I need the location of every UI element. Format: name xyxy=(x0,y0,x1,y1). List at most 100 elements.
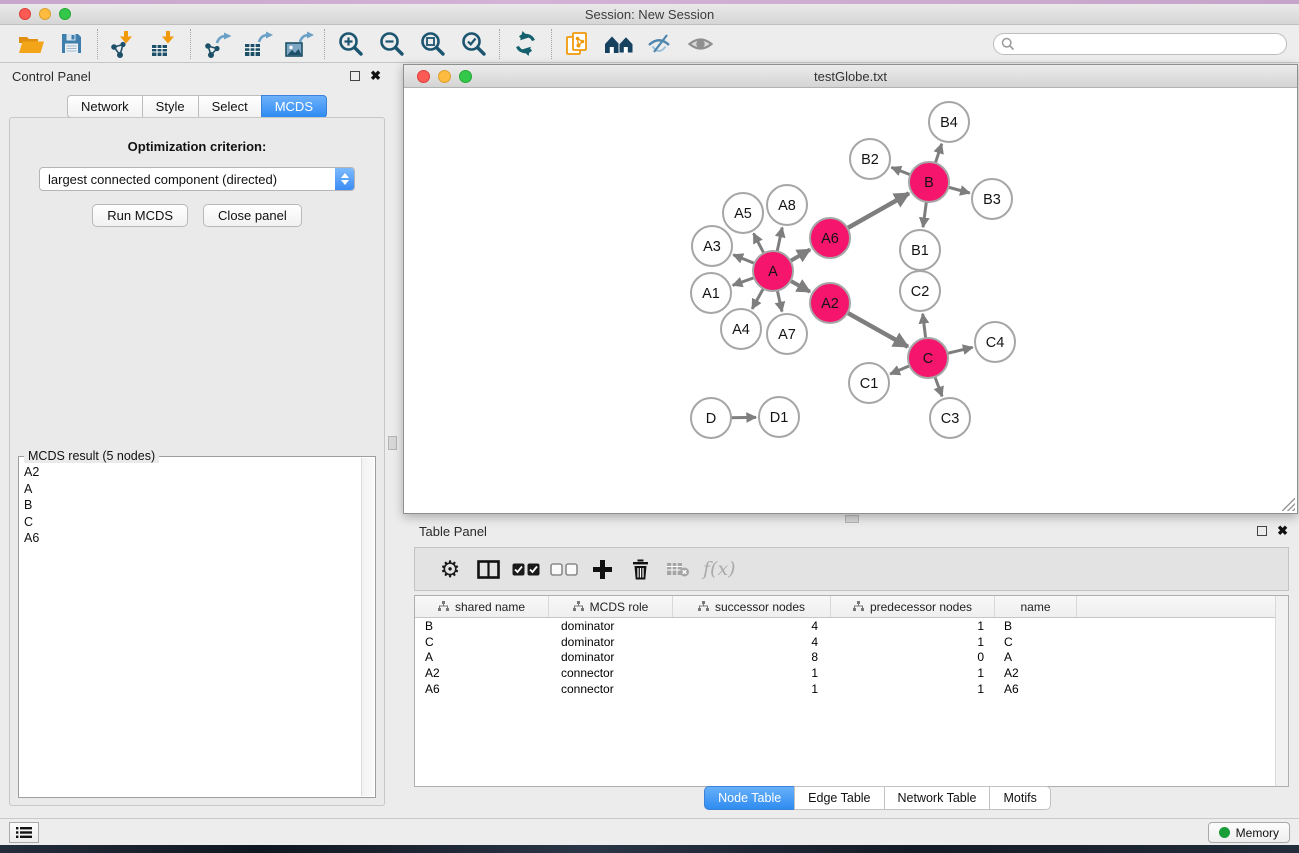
table-row-a2[interactable]: A2connector11A2 xyxy=(415,665,1288,681)
node-A5[interactable]: A5 xyxy=(723,193,763,233)
float-table-panel-button[interactable] xyxy=(1257,526,1267,536)
cell-successor-nodes[interactable]: 4 xyxy=(673,619,831,633)
show-graphics-details-button[interactable] xyxy=(680,27,721,61)
cell-name[interactable]: A6 xyxy=(995,682,1077,696)
open-session-button[interactable] xyxy=(10,27,51,61)
mcds-result-list[interactable]: A2ABCA6 xyxy=(20,458,361,796)
new-network-from-selection-button[interactable] xyxy=(557,27,598,61)
node-B1[interactable]: B1 xyxy=(900,230,940,270)
cell-shared-name[interactable]: B xyxy=(415,619,549,633)
zoom-in-button[interactable] xyxy=(330,27,371,61)
deselect-all-rows-button[interactable] xyxy=(545,563,583,576)
node-A3[interactable]: A3 xyxy=(692,226,732,266)
window-resize-grip[interactable] xyxy=(1282,498,1295,511)
table-row-c[interactable]: Cdominator41C xyxy=(415,634,1288,650)
node-A2[interactable]: A2 xyxy=(810,283,850,323)
criterion-dropdown[interactable]: largest connected component (directed) xyxy=(39,167,355,191)
import-table-button[interactable] xyxy=(144,27,185,61)
first-neighbors-button[interactable] xyxy=(598,27,639,61)
table-settings-button[interactable]: ⚙ xyxy=(431,558,469,581)
table-column-header[interactable]: successor nodes xyxy=(673,596,831,617)
cell-mcds-role[interactable]: dominator xyxy=(549,619,673,633)
mcds-result-item-a[interactable]: A xyxy=(24,481,357,498)
zoom-selected-button[interactable] xyxy=(453,27,494,61)
cell-successor-nodes[interactable]: 1 xyxy=(673,682,831,696)
cell-predecessor-nodes[interactable]: 1 xyxy=(831,666,995,680)
table-column-header[interactable]: name xyxy=(995,596,1077,617)
node-A8[interactable]: A8 xyxy=(767,185,807,225)
apply-layout-button[interactable] xyxy=(505,27,546,61)
node-A4[interactable]: A4 xyxy=(721,309,761,349)
cell-shared-name[interactable]: C xyxy=(415,635,549,649)
table-row-a6[interactable]: A6connector11A6 xyxy=(415,681,1288,697)
cell-mcds-role[interactable]: connector xyxy=(549,682,673,696)
cell-name[interactable]: A2 xyxy=(995,666,1077,680)
node-C4[interactable]: C4 xyxy=(975,322,1015,362)
node-B2[interactable]: B2 xyxy=(850,139,890,179)
node-A1[interactable]: A1 xyxy=(691,273,731,313)
cell-predecessor-nodes[interactable]: 1 xyxy=(831,619,995,633)
table-column-header[interactable]: predecessor nodes xyxy=(831,596,995,617)
close-table-panel-button[interactable]: ✖ xyxy=(1277,526,1288,536)
tab-mcds[interactable]: MCDS xyxy=(261,95,327,118)
create-column-button[interactable] xyxy=(583,560,621,579)
tab-motifs[interactable]: Motifs xyxy=(989,786,1050,810)
cell-shared-name[interactable]: A xyxy=(415,650,549,664)
cell-successor-nodes[interactable]: 8 xyxy=(673,650,831,664)
cell-shared-name[interactable]: A2 xyxy=(415,666,549,680)
node-A7[interactable]: A7 xyxy=(767,314,807,354)
hide-graphics-details-button[interactable] xyxy=(639,27,680,61)
node-C3[interactable]: C3 xyxy=(930,398,970,438)
delete-column-button[interactable] xyxy=(621,559,659,580)
cell-name[interactable]: C xyxy=(995,635,1077,649)
table-row-a[interactable]: Adominator80A xyxy=(415,650,1288,666)
tab-style[interactable]: Style xyxy=(142,95,198,118)
cell-successor-nodes[interactable]: 1 xyxy=(673,666,831,680)
node-D[interactable]: D xyxy=(691,398,731,438)
vertical-splitter-grip[interactable] xyxy=(388,436,397,450)
cell-mcds-role[interactable]: connector xyxy=(549,666,673,680)
export-table-button[interactable] xyxy=(237,27,278,61)
tab-network-table[interactable]: Network Table xyxy=(884,786,990,810)
export-image-button[interactable] xyxy=(278,27,319,61)
memory-button[interactable]: Memory xyxy=(1208,822,1290,843)
node-D1[interactable]: D1 xyxy=(759,397,799,437)
function-builder-button[interactable]: f(x) xyxy=(703,558,736,580)
import-network-button[interactable] xyxy=(103,27,144,61)
float-panel-button[interactable] xyxy=(350,71,360,81)
mcds-list-scrollbar[interactable] xyxy=(361,458,374,796)
cell-mcds-role[interactable]: dominator xyxy=(549,635,673,649)
table-row-b[interactable]: Bdominator41B xyxy=(415,618,1288,634)
delete-table-button[interactable] xyxy=(659,561,697,577)
export-network-button[interactable] xyxy=(196,27,237,61)
cell-shared-name[interactable]: A6 xyxy=(415,682,549,696)
node-A6[interactable]: A6 xyxy=(810,218,850,258)
cell-name[interactable]: B xyxy=(995,619,1077,633)
node-B4[interactable]: B4 xyxy=(929,102,969,142)
mcds-result-item-a2[interactable]: A2 xyxy=(24,464,357,481)
node-B3[interactable]: B3 xyxy=(972,179,1012,219)
node-A[interactable]: A xyxy=(753,251,793,291)
network-canvas[interactable]: AA1A2A3A4A5A6A7A8BB1B2B3B4CC1C2C3C4DD1 xyxy=(404,88,1297,513)
tab-select[interactable]: Select xyxy=(198,95,261,118)
node-C1[interactable]: C1 xyxy=(849,363,889,403)
table-column-header[interactable]: MCDS role xyxy=(549,596,673,617)
cell-mcds-role[interactable]: dominator xyxy=(549,650,673,664)
save-session-button[interactable] xyxy=(51,27,92,61)
tab-node-table[interactable]: Node Table xyxy=(704,786,794,810)
mcds-result-item-b[interactable]: B xyxy=(24,497,357,514)
node-C2[interactable]: C2 xyxy=(900,271,940,311)
table-scrollbar[interactable] xyxy=(1275,596,1288,786)
cell-predecessor-nodes[interactable]: 1 xyxy=(831,682,995,696)
search-input[interactable] xyxy=(993,33,1287,55)
cell-predecessor-nodes[interactable]: 0 xyxy=(831,650,995,664)
zoom-fit-button[interactable] xyxy=(412,27,453,61)
close-panel-button[interactable]: ✖ xyxy=(370,71,381,81)
mcds-result-item-a6[interactable]: A6 xyxy=(24,530,357,547)
mcds-result-item-c[interactable]: C xyxy=(24,514,357,531)
zoom-out-button[interactable] xyxy=(371,27,412,61)
select-all-rows-button[interactable] xyxy=(507,563,545,576)
tab-edge-table[interactable]: Edge Table xyxy=(794,786,883,810)
run-mcds-button[interactable]: Run MCDS xyxy=(92,204,188,227)
table-column-header[interactable]: shared name xyxy=(415,596,549,617)
